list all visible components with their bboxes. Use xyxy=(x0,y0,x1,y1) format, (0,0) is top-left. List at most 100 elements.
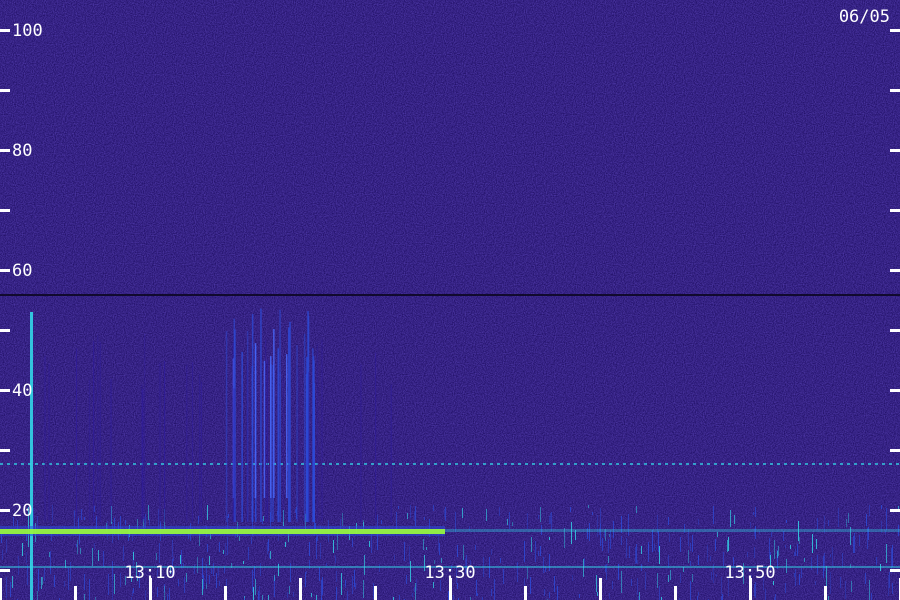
noise-streak xyxy=(268,595,269,600)
noise-streak xyxy=(410,561,411,582)
noise-streak xyxy=(156,553,157,560)
noise-streak xyxy=(641,546,642,554)
noise-streak xyxy=(251,537,252,544)
faint-vertical xyxy=(375,352,377,522)
noise-streak xyxy=(108,574,109,595)
noise-streak xyxy=(322,577,323,595)
spectrogram: 100 80 60 40 20 13:10 13:30 13:50 06/05 xyxy=(0,0,900,600)
noise-streak xyxy=(414,511,415,521)
noise-streak xyxy=(628,514,629,536)
noise-streak xyxy=(645,572,646,589)
noise-streak xyxy=(892,583,893,594)
noise-streak xyxy=(491,549,492,555)
noise-streak xyxy=(394,555,395,561)
noise-streak xyxy=(423,539,424,550)
spectrogram-chart: 100 80 60 40 20 13:10 13:30 13:50 06/05 xyxy=(0,0,900,600)
vertical-burst-bright xyxy=(273,329,275,498)
noise-streak xyxy=(172,540,173,557)
noise-streak xyxy=(500,558,501,563)
noise-streak xyxy=(828,596,829,600)
noise-streak xyxy=(717,532,718,537)
noise-streak xyxy=(612,581,613,589)
noise-streak xyxy=(258,591,259,600)
noise-streak xyxy=(112,580,113,600)
noise-streak xyxy=(535,541,536,562)
noise-streak xyxy=(22,543,23,556)
noise-streak xyxy=(409,546,410,564)
noise-streak xyxy=(355,583,356,589)
noise-streak xyxy=(219,581,220,586)
noise-streak xyxy=(637,578,638,595)
noise-streak xyxy=(486,509,487,521)
noise-streak xyxy=(499,507,500,516)
noise-streak xyxy=(68,568,69,590)
noise-streak xyxy=(886,508,887,530)
noise-streak xyxy=(209,575,210,584)
noise-streak xyxy=(621,571,622,593)
noise-streak xyxy=(463,545,464,560)
noise-streak xyxy=(295,509,296,513)
faint-vertical xyxy=(93,341,95,522)
faint-vertical xyxy=(44,356,46,522)
noise-streak xyxy=(225,543,226,556)
noise-streak xyxy=(167,594,168,600)
faint-vertical xyxy=(232,342,234,522)
noise-streak xyxy=(713,506,714,524)
faint-vertical xyxy=(144,334,146,522)
noise-streak xyxy=(352,576,353,594)
noise-streak xyxy=(412,593,413,597)
noise-streak xyxy=(415,583,416,600)
x-tick xyxy=(374,586,377,600)
vertical-burst xyxy=(260,308,262,522)
noise-streak xyxy=(268,539,269,551)
faint-vertical xyxy=(141,384,143,522)
noise-streak xyxy=(680,573,681,583)
x-tick xyxy=(824,586,827,600)
noise-streak xyxy=(795,569,796,586)
noise-streak xyxy=(219,542,220,552)
noise-streak xyxy=(44,568,45,581)
y-tick-label: 60 xyxy=(12,261,32,281)
noise-streak xyxy=(690,543,691,551)
x-tick xyxy=(524,586,527,600)
noise-streak xyxy=(49,552,50,557)
noise-streak xyxy=(801,568,802,578)
noise-streak xyxy=(213,563,214,576)
noise-streak xyxy=(886,544,887,563)
noise-streak xyxy=(670,570,671,580)
noise-streak xyxy=(817,518,818,530)
noise-streak xyxy=(600,508,601,525)
y-tick-label: 80 xyxy=(12,141,32,161)
noise-streak xyxy=(311,593,312,597)
noise-streak xyxy=(842,553,843,567)
noise-streak xyxy=(50,568,51,574)
noise-streak xyxy=(243,561,244,564)
noise-streak xyxy=(18,556,19,575)
noise-streak xyxy=(306,571,307,574)
noise-streak xyxy=(157,587,158,597)
noise-streak xyxy=(37,591,38,600)
vertical-burst xyxy=(279,372,281,522)
noise-streak xyxy=(636,506,637,513)
noise-streak xyxy=(755,507,756,517)
vertical-burst xyxy=(277,348,279,522)
noise-streak xyxy=(636,544,637,563)
noise-streak xyxy=(597,592,598,596)
noise-streak xyxy=(341,573,342,595)
noise-streak xyxy=(159,543,160,563)
faint-vertical xyxy=(88,379,90,522)
noise-streak xyxy=(416,579,417,590)
y-tick-right xyxy=(890,89,900,92)
noise-streak xyxy=(462,508,463,518)
noise-streak xyxy=(12,576,13,588)
vertical-burst xyxy=(289,321,291,522)
noise-streak xyxy=(608,556,609,563)
noise-streak xyxy=(197,557,198,573)
noise-streak xyxy=(785,583,786,593)
noise-streak xyxy=(840,577,841,588)
noise-streak xyxy=(540,507,541,522)
noise-streak xyxy=(727,540,728,552)
noise-streak xyxy=(824,553,825,571)
noise-streak xyxy=(38,569,39,591)
faint-vertical xyxy=(164,361,166,522)
